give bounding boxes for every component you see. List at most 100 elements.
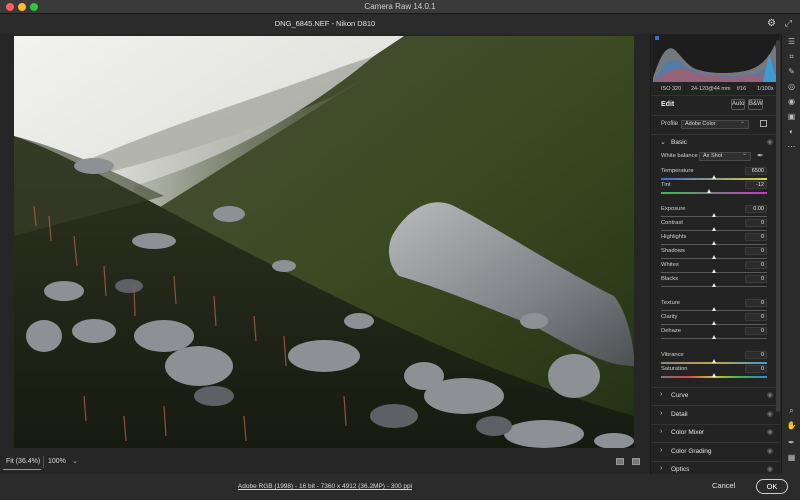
white-balance-dropdown[interactable]: As Shot [699,151,751,161]
snapshot-icon[interactable]: ▣ [786,111,797,122]
slider-clarity[interactable]: Clarity 0 [651,313,780,328]
highlights-thumb[interactable] [711,241,716,245]
contrast-label: Contrast [661,220,683,226]
texture-value[interactable]: 0 [745,299,767,307]
eye-icon[interactable]: ◉ [767,465,773,473]
scrollbar-thumb[interactable] [776,40,780,412]
ok-button[interactable]: OK [756,479,788,494]
slider-contrast[interactable]: Contrast 0 [651,219,780,234]
color-grading-label: Color Grading [671,448,712,455]
basic-section-header[interactable]: ⌄ Basic ◉ [651,136,780,150]
footer-bar: Adobe RGB (1998) - 16 bit - 7360 x 4912 … [0,474,800,500]
highlights-value[interactable]: 0 [745,233,767,241]
file-bar: DNG_6845.NEF - Nikon D810 ⚙ ⤢ [0,14,800,34]
tint-track[interactable] [661,192,767,194]
cancel-button[interactable]: Cancel [712,481,735,490]
slider-saturation[interactable]: Saturation 0 [651,365,780,380]
crop-icon[interactable]: ⌗ [786,51,797,62]
divider [651,115,780,116]
vibrance-thumb[interactable] [711,359,716,363]
exposure-thumb[interactable] [711,213,716,217]
detail-section-header[interactable]: › Detail ◉ [651,408,780,422]
whites-thumb[interactable] [711,269,716,273]
image-preview[interactable] [14,36,634,448]
exposure-value[interactable]: 0.00 [745,205,767,213]
saturation-value[interactable]: 0 [745,365,767,373]
edit-title: Edit [661,101,675,108]
zoom-divider [43,456,44,468]
mask-icon[interactable]: ◎ [786,81,797,92]
dehaze-thumb[interactable] [711,335,716,339]
eye-icon[interactable]: ◉ [767,391,773,399]
edit-tool-icon[interactable]: ☰ [786,36,797,47]
divider [651,405,780,406]
chevron-right-icon: › [660,391,663,398]
expand-icon[interactable]: ⤢ [785,18,792,29]
healing-icon[interactable]: ✎ [786,66,797,77]
slider-highlights[interactable]: Highlights 0 [651,233,780,248]
before-after-icon[interactable] [632,458,640,465]
color-mixer-section-header[interactable]: › Color Mixer ◉ [651,426,780,440]
vibrance-value[interactable]: 0 [745,351,767,359]
slider-whites[interactable]: Whites 0 [651,261,780,276]
temperature-thumb[interactable] [711,175,716,179]
slider-shadows[interactable]: Shadows 0 [651,247,780,262]
zoom-icon[interactable]: ⌕ [786,405,797,416]
gear-icon[interactable]: ⚙ [767,18,776,29]
zoom-100-button[interactable]: 100% [48,458,66,465]
eyedropper-icon[interactable]: ✒ [757,151,764,160]
saturation-thumb[interactable] [711,373,716,377]
single-view-icon[interactable] [616,458,624,465]
contrast-value[interactable]: 0 [745,219,767,227]
texture-thumb[interactable] [711,307,716,311]
chevron-down-icon[interactable]: ⌄ [72,457,78,465]
slider-tint[interactable]: Tint -12 [651,181,780,196]
redeye-icon[interactable]: ◉ [786,96,797,107]
zoom-fit-button[interactable]: Fit (36.4%) [6,458,40,465]
divider [651,442,780,443]
profile-browser-icon[interactable] [760,120,767,127]
more-icon[interactable]: ⋯ [786,141,797,152]
contrast-thumb[interactable] [711,227,716,231]
clarity-value[interactable]: 0 [745,313,767,321]
whites-value[interactable]: 0 [745,261,767,269]
temperature-value[interactable]: 6500 [745,167,767,175]
clarity-thumb[interactable] [711,321,716,325]
workflow-options-link[interactable]: Adobe RGB (1998) - 16 bit - 7360 x 4912 … [0,483,650,490]
color-grading-section-header[interactable]: › Color Grading ◉ [651,445,780,459]
hand-icon[interactable]: ✋ [786,420,797,431]
blacks-thumb[interactable] [711,283,716,287]
profile-label: Profile [661,121,679,127]
shutter-value: 1/100s [757,86,774,92]
tint-value[interactable]: -12 [745,181,767,189]
eye-icon[interactable]: ◉ [767,410,773,418]
slider-exposure[interactable]: Exposure 0.00 [651,205,780,220]
curve-section-header[interactable]: › Curve ◉ [651,389,780,403]
slider-dehaze[interactable]: Dehaze 0 [651,327,780,342]
slider-texture[interactable]: Texture 0 [651,299,780,314]
dehaze-value[interactable]: 0 [745,327,767,335]
sampler-icon[interactable]: ✒ [786,437,797,448]
eye-icon[interactable]: ◉ [767,447,773,455]
tint-thumb[interactable] [707,189,712,193]
tint-label: Tint [661,182,671,188]
slider-blacks[interactable]: Blacks 0 [651,275,780,290]
shadows-value[interactable]: 0 [745,247,767,255]
divider [651,95,780,96]
blacks-label: Blacks [661,276,679,282]
auto-button[interactable]: Auto [731,99,745,110]
panel-scrollbar[interactable] [776,40,780,412]
blacks-value[interactable]: 0 [745,275,767,283]
bw-button[interactable]: B&W [748,99,763,110]
slider-vibrance[interactable]: Vibrance 0 [651,351,780,366]
eye-icon[interactable]: ◉ [767,138,773,146]
dehaze-label: Dehaze [661,328,681,334]
grid-overlay-icon[interactable]: ▦ [786,452,797,463]
slider-temperature[interactable]: Temperature 6500 [651,167,780,182]
histogram [653,34,779,82]
profile-dropdown[interactable]: Adobe Color [681,119,749,129]
optics-section-header[interactable]: › Optics ◉ [651,463,780,474]
eye-icon[interactable]: ◉ [767,428,773,436]
shadows-thumb[interactable] [711,255,716,259]
presets-icon[interactable]: ◐ [786,126,797,137]
